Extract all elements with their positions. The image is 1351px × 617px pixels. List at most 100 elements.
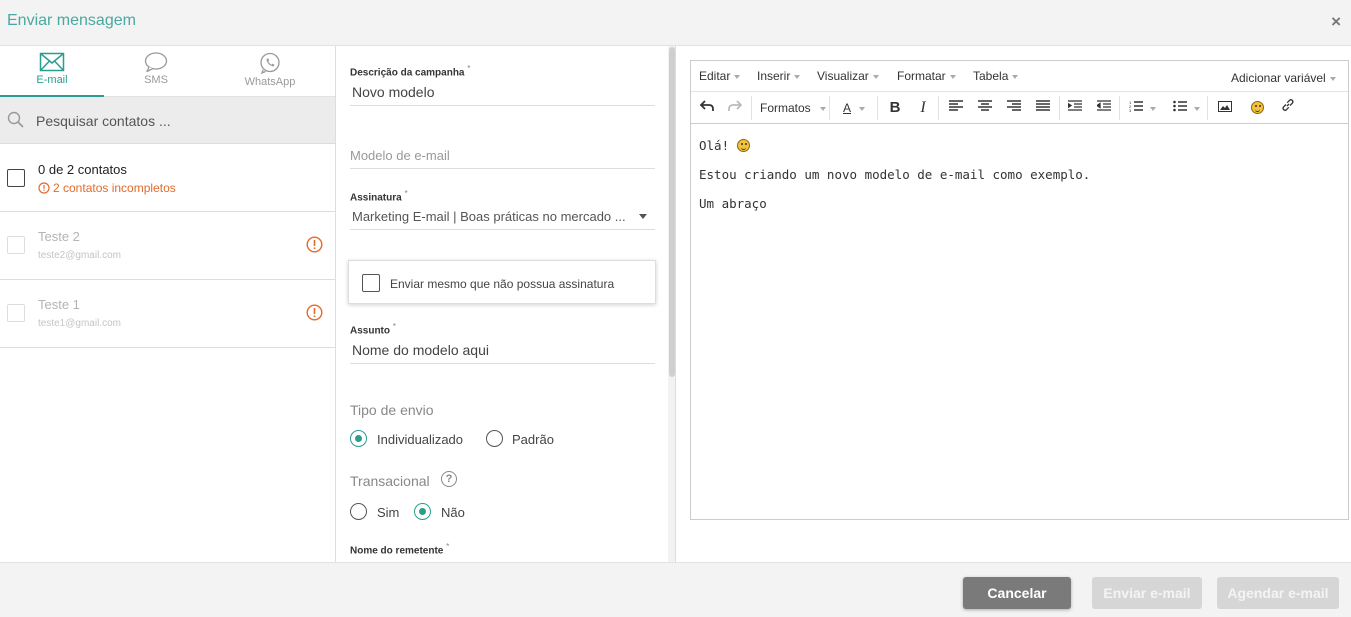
sender-name-label: Nome do remetente [350, 545, 444, 557]
help-icon[interactable]: ? [441, 471, 457, 487]
align-right-icon[interactable] [1004, 98, 1024, 118]
campaign-input[interactable]: Novo modelo [350, 78, 655, 107]
contact-name: Teste 1 [38, 297, 80, 312]
radio-sim[interactable] [350, 503, 367, 520]
template-field: Modelo de e-mail [350, 142, 655, 169]
envelope-icon [39, 52, 65, 72]
required-mark: * [467, 63, 471, 73]
alert-icon[interactable] [306, 236, 323, 253]
contact-email: teste2@gmail.com [38, 250, 121, 261]
formats-dropdown[interactable]: Formatos [760, 98, 826, 118]
menu-tabela[interactable]: Tabela [973, 69, 1018, 83]
list-item: Teste 1 teste1@gmail.com [0, 280, 335, 348]
template-input[interactable]: Modelo de e-mail [350, 142, 655, 169]
schedule-email-button[interactable]: Agendar e-mail [1217, 577, 1339, 609]
numbered-list-icon[interactable]: 123 [1126, 98, 1156, 118]
contact-checkbox[interactable] [7, 236, 25, 254]
align-center-icon[interactable] [975, 98, 995, 118]
radio-sim-label: Sim [377, 505, 400, 520]
outdent-icon[interactable] [1094, 98, 1114, 118]
subject-label: Assunto [350, 325, 390, 337]
send-email-button[interactable]: Enviar e-mail [1092, 577, 1202, 609]
contacts-count: 0 de 2 contatos [38, 162, 127, 177]
radio-nao[interactable] [414, 503, 431, 520]
tab-sms[interactable]: SMS [104, 46, 208, 97]
close-icon[interactable]: × [1331, 12, 1341, 32]
align-justify-icon[interactable] [1033, 98, 1053, 118]
tab-email-label: E-mail [36, 74, 68, 86]
bullet-list-icon[interactable] [1170, 98, 1200, 118]
contacts-panel: E-mail SMS WhatsApp 0 de 2 contatos 2 co… [0, 46, 336, 562]
signature-select[interactable]: Marketing E-mail | Boas práticas no merc… [350, 203, 655, 231]
incomplete-warning-text: 2 contatos incompletos [53, 181, 176, 195]
tab-email[interactable]: E-mail [0, 46, 104, 97]
radio-nao-label: Não [441, 505, 465, 520]
signature-field: Assinatura * Marketing E-mail | Boas prá… [350, 188, 655, 231]
undo-icon[interactable] [698, 98, 716, 118]
incomplete-warning: 2 contatos incompletos [38, 181, 176, 195]
transactional-heading: Transacional [350, 473, 430, 489]
bold-icon[interactable]: B [885, 98, 905, 118]
send-without-signature-option: Enviar mesmo que não possua assinatura [348, 260, 656, 304]
contacts-summary: 0 de 2 contatos 2 contatos incompletos [0, 144, 335, 212]
required-mark: * [404, 188, 408, 198]
send-without-signature-checkbox[interactable] [362, 274, 380, 292]
indent-icon[interactable] [1065, 98, 1085, 118]
editor-toolbar: Formatos A B I 123 [691, 92, 1348, 124]
caret-down-icon [639, 214, 647, 220]
menu-editar[interactable]: Editar [699, 69, 740, 83]
text-color-icon[interactable]: A [839, 98, 865, 118]
cancel-button[interactable]: Cancelar [963, 577, 1071, 609]
redo-icon[interactable] [726, 98, 744, 118]
signature-value: Marketing E-mail | Boas práticas no merc… [352, 209, 626, 225]
align-left-icon[interactable] [946, 98, 966, 118]
scrollbar-thumb[interactable] [669, 47, 675, 377]
radio-padrao-label: Padrão [512, 432, 554, 447]
alert-icon[interactable] [306, 304, 323, 321]
content-line: Estou criando um novo modelo de e-mail c… [699, 167, 1091, 182]
image-icon[interactable] [1215, 98, 1235, 118]
search-input[interactable] [36, 97, 326, 144]
radio-padrao[interactable] [486, 430, 503, 447]
select-all-checkbox[interactable] [7, 169, 25, 187]
modal-header: Enviar mensagem × [0, 0, 1351, 46]
subject-input[interactable]: Nome do modelo aqui [350, 336, 655, 365]
campaign-label: Descrição da campanha [350, 67, 465, 79]
link-icon[interactable] [1278, 98, 1298, 118]
signature-label: Assinatura [350, 192, 402, 204]
warning-icon [38, 182, 50, 194]
contact-email: teste1@gmail.com [38, 318, 121, 329]
content-line: Olá! [699, 138, 1348, 153]
email-editor: Editar Inserir Visualizar Formatar Tabel… [690, 60, 1349, 520]
campaign-field: Descrição da campanha * Novo modelo [350, 63, 655, 107]
contact-search [0, 97, 335, 144]
svg-text:3: 3 [1129, 108, 1132, 112]
chat-bubble-icon [144, 52, 168, 72]
required-mark: * [446, 541, 450, 551]
italic-icon[interactable]: I [913, 98, 933, 118]
smiley-icon [736, 139, 750, 152]
campaign-form: Descrição da campanha * Novo modelo Mode… [337, 46, 668, 562]
menu-visualizar[interactable]: Visualizar [817, 69, 879, 83]
contact-checkbox[interactable] [7, 304, 25, 322]
add-variable-menu[interactable]: Adicionar variável [1231, 71, 1336, 85]
modal-title: Enviar mensagem [7, 12, 136, 29]
radio-individualizado[interactable] [350, 430, 367, 447]
menu-inserir[interactable]: Inserir [757, 69, 800, 83]
list-item: Teste 2 teste2@gmail.com [0, 212, 335, 280]
radio-individualizado-label: Individualizado [377, 432, 464, 447]
emoji-icon[interactable] [1247, 98, 1267, 118]
contact-name: Teste 2 [38, 229, 80, 244]
whatsapp-icon [260, 52, 280, 74]
sender-name-field: Nome do remetente * [350, 541, 655, 556]
tab-whatsapp[interactable]: WhatsApp [218, 46, 322, 97]
subject-field: Assunto * Nome do modelo aqui [350, 321, 655, 365]
menu-formatar[interactable]: Formatar [897, 69, 956, 83]
form-scrollbar[interactable] [668, 46, 676, 562]
send-without-signature-label: Enviar mesmo que não possua assinatura [390, 277, 615, 291]
channel-tabs: E-mail SMS WhatsApp [0, 46, 335, 97]
editor-menubar: Editar Inserir Visualizar Formatar Tabel… [691, 61, 1348, 92]
editor-content[interactable]: Olá! Estou criando um novo modelo de e-m… [691, 124, 1348, 211]
search-icon [7, 111, 24, 128]
send-type-heading: Tipo de envio [350, 402, 434, 418]
